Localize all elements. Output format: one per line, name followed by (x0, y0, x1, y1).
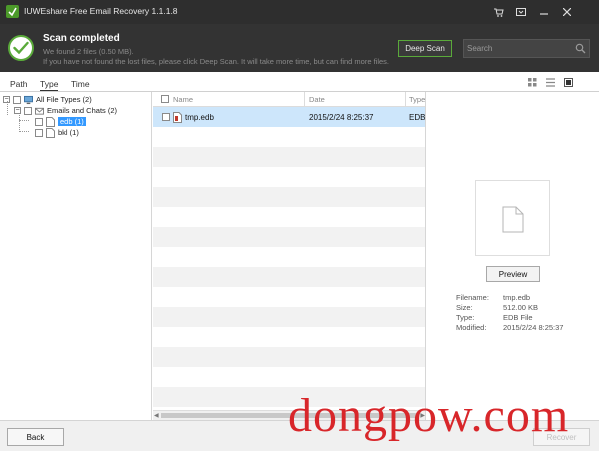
row-date: 2015/2/24 8:25:37 (309, 113, 374, 122)
empty-row (153, 127, 425, 147)
empty-row (153, 207, 425, 227)
search-input[interactable] (467, 42, 572, 55)
tree-node-emails-and-chats[interactable]: − Emails and Chats (2) (14, 105, 117, 116)
tree-node-all-file-types[interactable]: − All File Types (2) (3, 94, 92, 105)
empty-row (153, 307, 425, 327)
document-icon (502, 206, 524, 233)
deep-scan-button[interactable]: Deep Scan (398, 40, 452, 57)
search-icon[interactable] (575, 43, 586, 54)
file-icon (46, 127, 55, 138)
tree-node-bkl[interactable]: bkl (1) (35, 127, 79, 138)
column-header-type[interactable]: Type (409, 95, 425, 104)
file-type-tree: − All File Types (2) − Emails and Chats … (0, 92, 152, 420)
detail-view-icon[interactable] (563, 77, 574, 88)
checkbox[interactable] (35, 128, 43, 137)
view-tabs-bar: Path Type Time (0, 72, 599, 92)
scan-status-header: Scan completed We found 2 files (0.50 MB… (0, 24, 599, 72)
email-icon (35, 107, 44, 115)
table-row[interactable]: tmp.edb 2015/2/24 8:25:37 EDB (153, 107, 426, 127)
tree-node-edb[interactable]: edb (1) (35, 116, 86, 127)
scan-status-title: Scan completed (43, 33, 120, 44)
scan-hint-text: If you have not found the lost files, pl… (43, 57, 390, 66)
register-icon[interactable] (513, 4, 529, 20)
tab-type[interactable]: Type (40, 79, 59, 91)
column-header-name[interactable]: Name (173, 95, 193, 104)
checkbox[interactable] (35, 117, 43, 126)
empty-row (153, 167, 425, 187)
search-box (463, 39, 590, 58)
empty-row (153, 347, 425, 367)
empty-row (153, 247, 425, 267)
file-list-header: Name Date Type (153, 92, 425, 107)
preview-button[interactable]: Preview (486, 266, 540, 282)
file-thumbnail (475, 180, 550, 256)
watermark-text: dongpow.com (288, 389, 570, 442)
scroll-left-icon[interactable]: ◀ (154, 412, 159, 419)
list-view-icon[interactable] (545, 77, 556, 88)
empty-row (153, 367, 425, 387)
tree-label: All File Types (2) (36, 95, 92, 104)
empty-row (153, 147, 425, 167)
tab-path[interactable]: Path (10, 79, 28, 89)
computer-icon (24, 95, 33, 104)
collapse-icon[interactable]: − (3, 96, 10, 103)
select-all-checkbox[interactable] (161, 95, 169, 103)
tree-label: edb (1) (58, 117, 86, 126)
empty-row (153, 227, 425, 247)
grid-view-icon[interactable] (527, 77, 538, 88)
minimize-icon[interactable] (536, 4, 552, 20)
file-icon (46, 116, 55, 127)
back-button[interactable]: Back (7, 428, 64, 446)
row-name: tmp.edb (185, 113, 214, 122)
tab-time[interactable]: Time (71, 79, 90, 89)
column-header-date[interactable]: Date (309, 95, 325, 104)
empty-row (153, 267, 425, 287)
row-checkbox[interactable] (162, 113, 170, 121)
row-type: EDB (409, 113, 426, 122)
cart-icon[interactable] (491, 4, 507, 20)
title-bar: IUWEshare Free Email Recovery 1.1.1.8 (0, 0, 599, 24)
close-icon[interactable] (559, 4, 575, 20)
file-icon (173, 112, 182, 123)
file-list: Name Date Type tmp.edb 2015/2/24 8:25:37… (153, 92, 426, 420)
empty-row (153, 327, 425, 347)
app-logo-icon (6, 5, 19, 18)
tree-label: Emails and Chats (2) (47, 106, 118, 115)
checkbox[interactable] (13, 95, 21, 104)
collapse-icon[interactable]: − (14, 107, 21, 114)
scan-complete-icon (8, 35, 34, 61)
window-title: IUWEshare Free Email Recovery 1.1.1.8 (24, 6, 178, 16)
tree-label: bkl (1) (58, 128, 79, 137)
checkbox[interactable] (24, 106, 32, 115)
empty-row (153, 287, 425, 307)
empty-row (153, 187, 425, 207)
scan-summary-text: We found 2 files (0.50 MB). (43, 47, 134, 56)
preview-pane: Preview Filename: tmp.edb Size: 512.00 KB … (427, 92, 599, 420)
